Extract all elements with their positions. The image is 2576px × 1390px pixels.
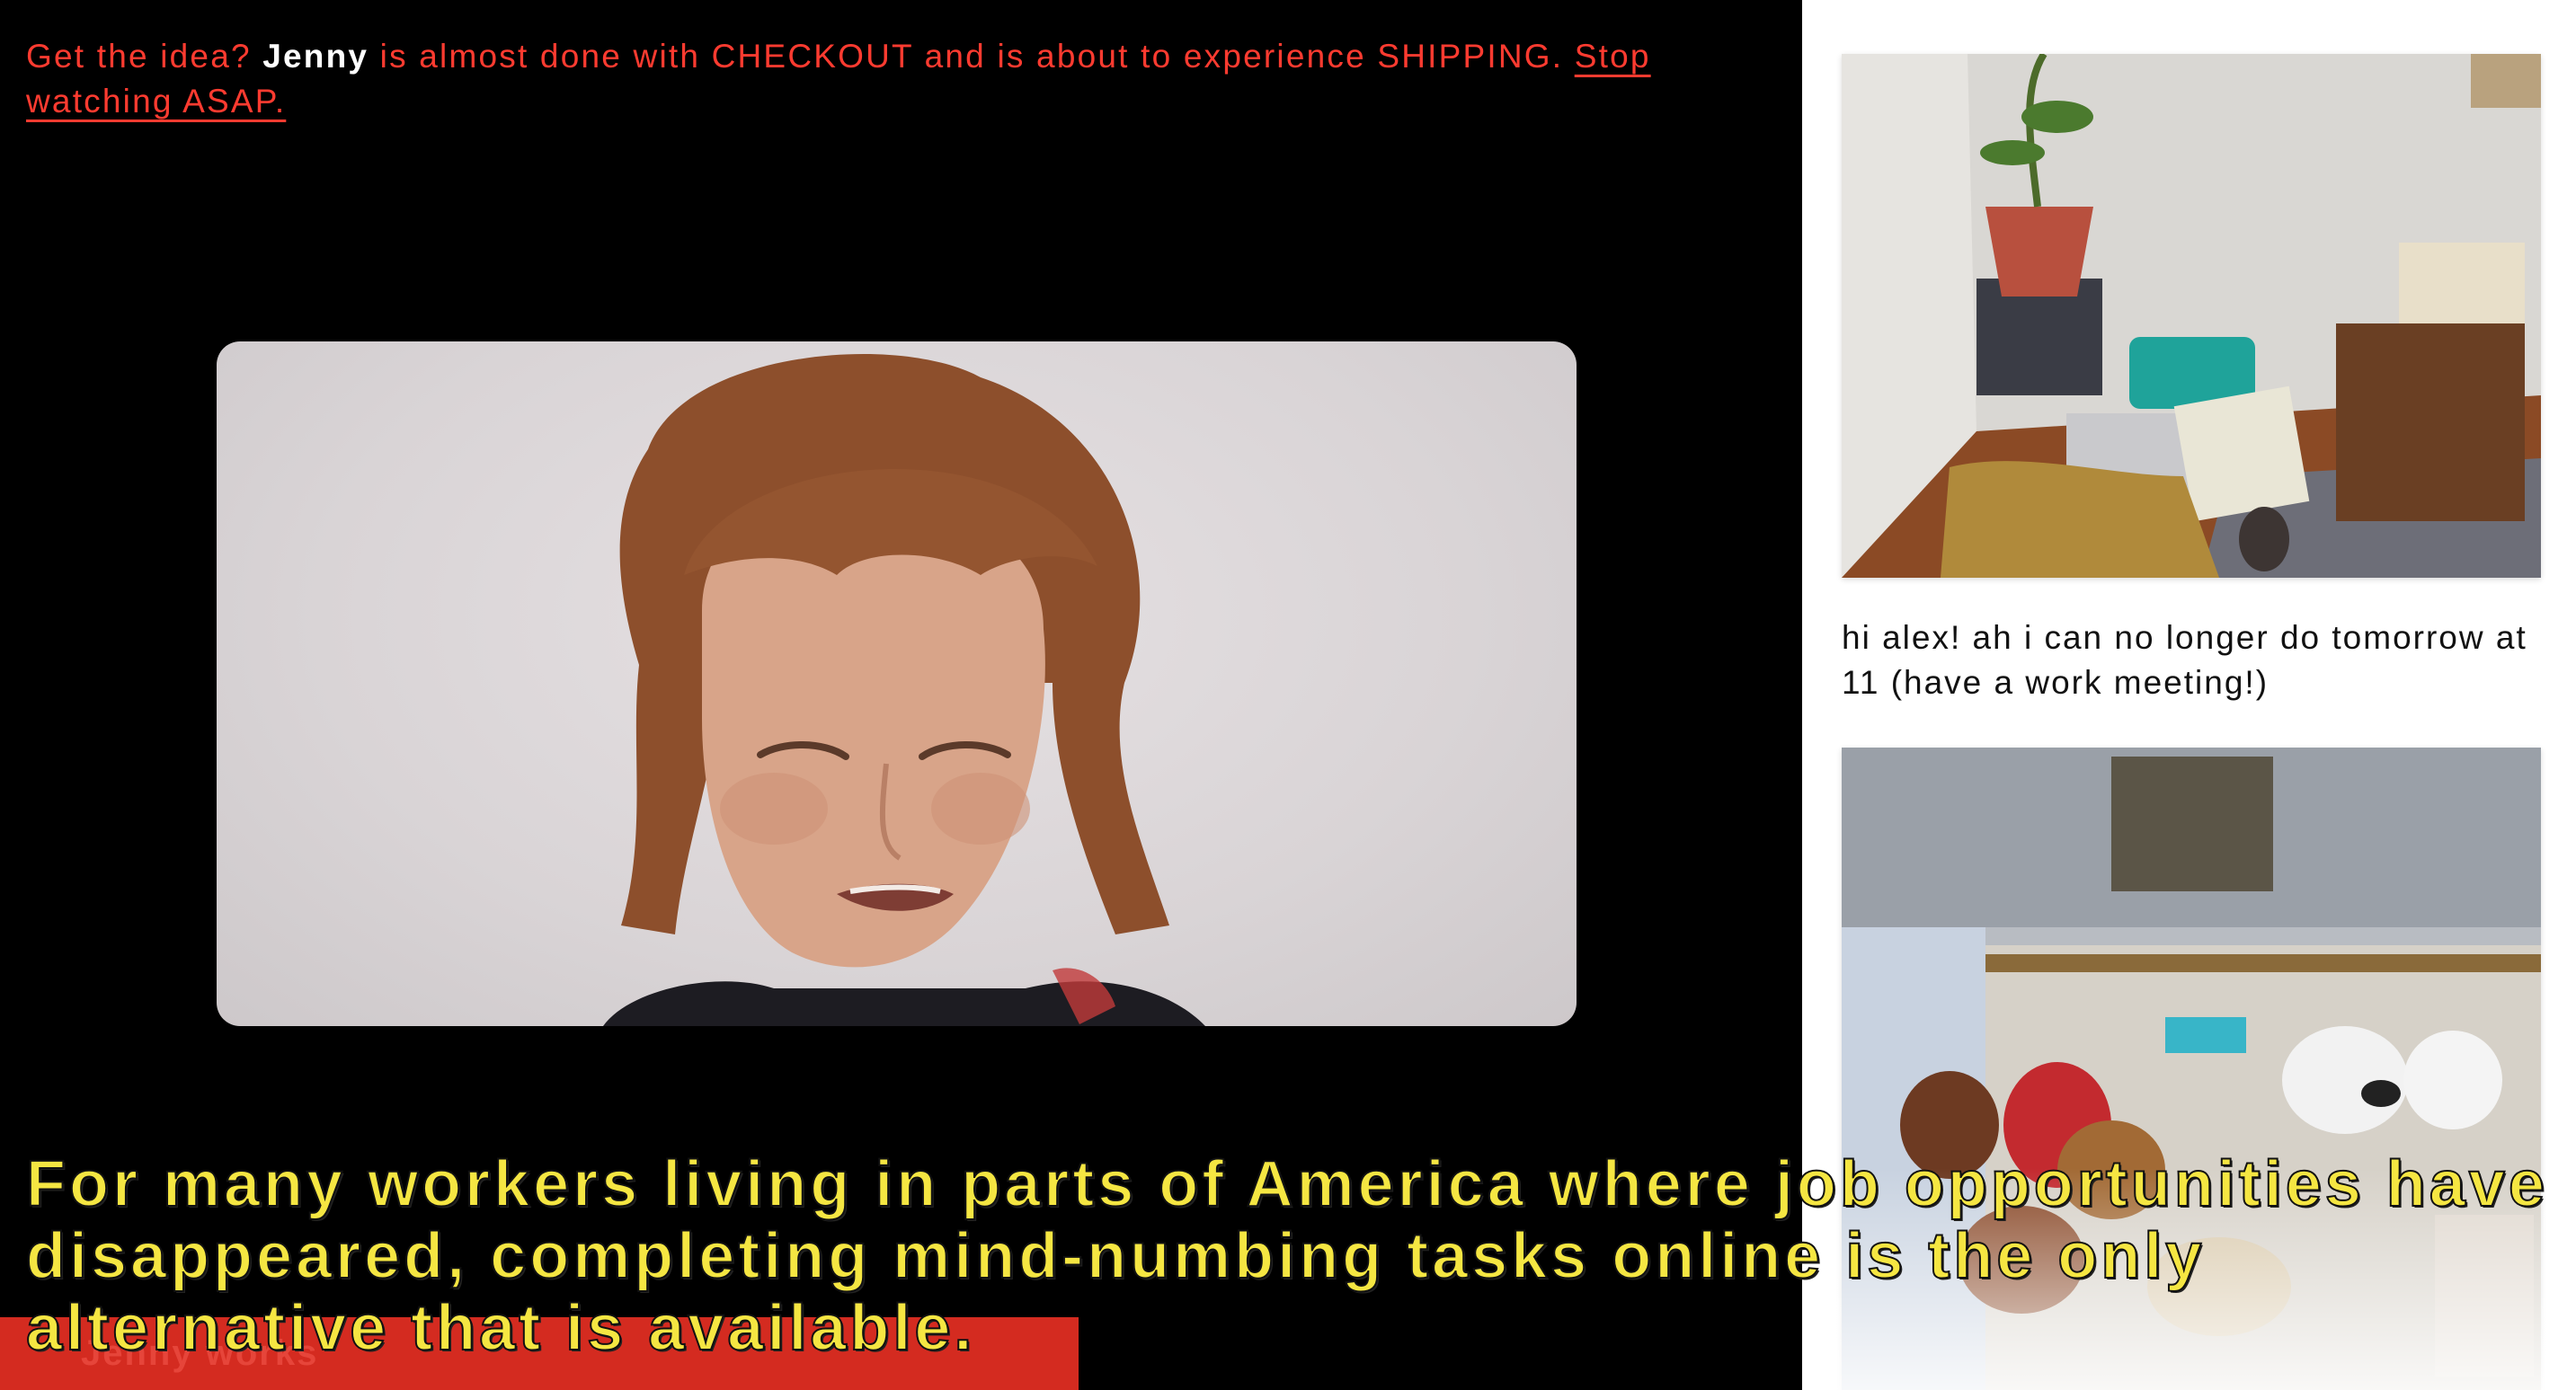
worker-name: Jenny (262, 38, 369, 75)
person-face-illustration (603, 354, 1205, 1026)
banner-message: is almost done with CHECKOUT and is abou… (379, 38, 1564, 75)
status-banner: Get the idea? Jenny is almost done with … (26, 34, 1752, 124)
subtitle-caption: For many workers living in parts of Amer… (25, 1147, 2548, 1365)
room-photo-desk-image (1842, 54, 2541, 578)
webcam-video (217, 341, 1577, 1026)
room-photo-desk (1842, 54, 2541, 578)
chat-message: hi alex! ah i can no longer do tomorrow … (1842, 619, 2527, 701)
banner-prefix: Get the idea? (26, 38, 252, 75)
